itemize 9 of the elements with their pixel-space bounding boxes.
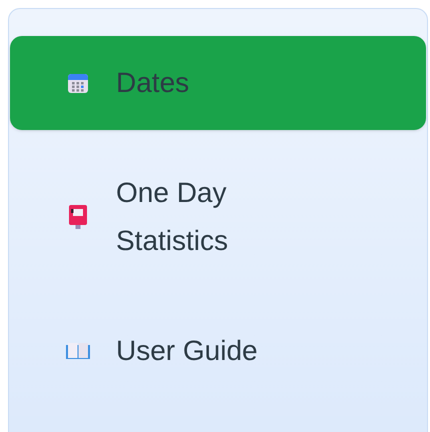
sidebar-item[interactable]: One Day Statistics [10,146,426,288]
calendar-icon [67,72,89,94]
sidebar-item-label: Dates [116,66,190,100]
postbox-icon [68,204,88,230]
sidebar-item-label: User Guide [116,334,258,368]
sidebar-item[interactable]: User Guide [10,304,426,398]
book-icon [65,341,91,361]
sidebar-item[interactable]: Dates [10,36,426,130]
sidebar-item-label: One Day Statistics [116,176,230,258]
